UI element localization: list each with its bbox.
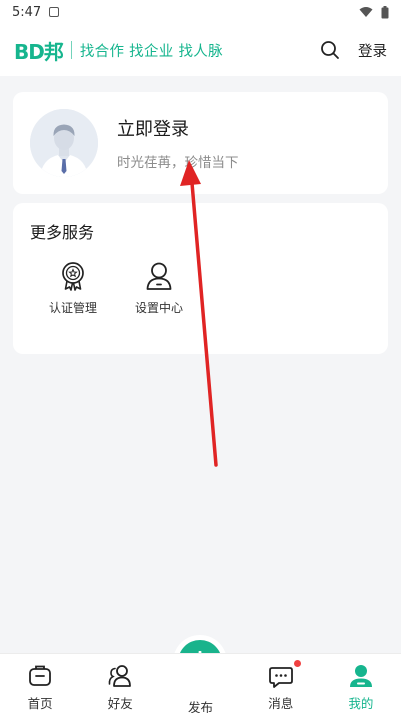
tab-label-friends: 好友 — [107, 696, 133, 711]
service-certification[interactable]: 认证管理 — [30, 261, 116, 316]
logo-divider — [70, 41, 72, 59]
tab-label-home: 首页 — [27, 696, 53, 711]
tab-publish[interactable]: 发布 — [160, 654, 240, 713]
tab-messages[interactable]: 消息 — [241, 654, 321, 713]
profile-card[interactable]: 立即登录 时光荏苒，珍惜当下 — [13, 92, 388, 194]
avatar[interactable] — [30, 109, 98, 177]
tab-friends-icon-wrap — [107, 663, 133, 689]
login-title[interactable]: 立即登录 — [117, 115, 239, 141]
profile-icon — [349, 665, 372, 687]
tab-messages-icon-wrap — [268, 660, 301, 689]
status-indicators — [359, 5, 389, 19]
login-subtitle: 时光荏苒，珍惜当下 — [117, 155, 239, 171]
service-label-settings: 设置中心 — [134, 301, 183, 315]
tab-label-profile: 我的 — [348, 696, 374, 711]
battery-icon — [381, 5, 389, 18]
tab-profile[interactable]: 我的 — [321, 654, 401, 713]
status-time: 5:47 — [12, 4, 42, 20]
services-title: 更多服务 — [30, 223, 95, 242]
service-settings[interactable]: 设置中心 — [116, 261, 202, 316]
login-button[interactable]: 登录 — [358, 40, 387, 61]
default-avatar-icon — [30, 109, 98, 177]
app-slogan: 找合作 找企业 找人脉 — [79, 43, 223, 60]
status-bar: 5:47 — [0, 0, 401, 24]
profile-text: 立即登录 时光荏苒，珍惜当下 — [117, 115, 239, 171]
more-services-card: 更多服务 认证管理 设置中心 — [13, 203, 388, 354]
app-header: BD邦 找合作 找企业 找人脉 登录 — [0, 24, 401, 76]
tab-friends[interactable]: 好友 — [80, 654, 160, 713]
friends-icon — [108, 665, 132, 687]
home-icon — [29, 665, 51, 686]
user-settings-icon — [146, 262, 172, 290]
service-label-certification: 认证管理 — [48, 301, 97, 315]
tab-profile-icon-wrap — [348, 663, 374, 689]
tab-home-icon-wrap — [27, 663, 53, 689]
header-actions: 登录 — [320, 40, 387, 61]
message-icon — [268, 667, 293, 688]
app-logo: BD邦 — [14, 39, 64, 64]
sim-icon — [49, 7, 60, 17]
bottom-tab-bar: 首页 好友 发布 消息 我的 — [0, 653, 401, 713]
tab-home[interactable]: 首页 — [0, 654, 80, 713]
tab-label-messages: 消息 — [268, 696, 294, 711]
wifi-icon — [359, 7, 373, 17]
message-badge-dot — [293, 660, 301, 667]
search-icon[interactable] — [320, 40, 340, 60]
services-grid: 认证管理 设置中心 — [30, 261, 371, 316]
certificate-icon — [62, 262, 84, 291]
tab-label-publish: 发布 — [188, 700, 214, 713]
